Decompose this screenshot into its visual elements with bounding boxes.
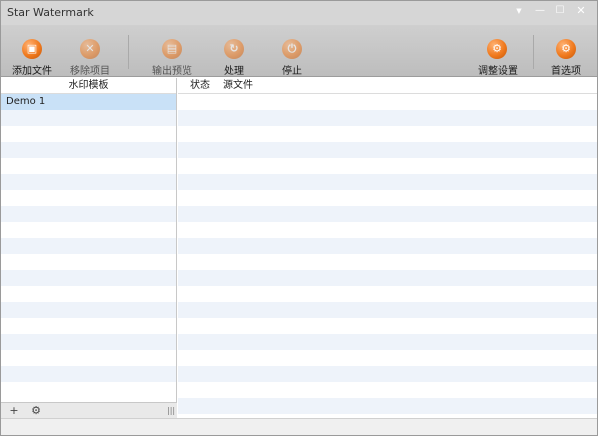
add-file-icon: ▣ bbox=[22, 39, 42, 59]
settings-icon: ⚙ bbox=[487, 39, 507, 59]
empty-row bbox=[178, 286, 597, 302]
window-title: Star Watermark bbox=[7, 6, 94, 19]
file-list-panel: 状态 源文件 bbox=[178, 78, 597, 418]
empty-row bbox=[1, 270, 176, 286]
template-panel: 水印模板 Demo 1 + ⚙ ||| bbox=[1, 78, 177, 418]
empty-row bbox=[178, 126, 597, 142]
empty-row bbox=[178, 382, 597, 398]
template-list-item[interactable]: Demo 1 bbox=[1, 94, 176, 110]
status-bar bbox=[1, 418, 597, 435]
empty-row bbox=[178, 158, 597, 174]
gear-icon[interactable]: ⚙ bbox=[28, 404, 44, 418]
empty-row bbox=[178, 302, 597, 318]
empty-row bbox=[1, 286, 176, 302]
empty-row bbox=[1, 318, 176, 334]
template-column-header[interactable]: 水印模板 bbox=[1, 78, 176, 94]
empty-row bbox=[178, 206, 597, 222]
adjust-settings-button[interactable]: ⚙ 调整设置 bbox=[475, 25, 521, 77]
empty-row bbox=[1, 382, 176, 398]
add-template-button[interactable]: + bbox=[6, 404, 22, 418]
output-preview-button[interactable]: ▤ 输出预览 bbox=[149, 25, 195, 77]
empty-row bbox=[1, 126, 176, 142]
file-list[interactable] bbox=[178, 94, 597, 418]
adjust-settings-label: 调整设置 bbox=[478, 66, 518, 77]
source-file-column-header[interactable]: 源文件 bbox=[223, 78, 253, 94]
empty-row bbox=[178, 334, 597, 350]
status-column-header[interactable]: 状态 bbox=[190, 78, 210, 94]
empty-row bbox=[178, 142, 597, 158]
empty-row bbox=[178, 238, 597, 254]
remove-item-button[interactable]: ✕ 移除项目 bbox=[67, 25, 113, 77]
empty-row bbox=[178, 350, 597, 366]
stop-icon: ⏻ bbox=[282, 39, 302, 59]
empty-row bbox=[178, 318, 597, 334]
stop-label: 停止 bbox=[282, 66, 302, 77]
empty-row bbox=[178, 174, 597, 190]
process-icon: ↻ bbox=[224, 39, 244, 59]
empty-row bbox=[178, 110, 597, 126]
minimize-button[interactable]: — bbox=[530, 3, 550, 19]
preferences-label: 首选项 bbox=[551, 66, 581, 77]
empty-row bbox=[1, 206, 176, 222]
remove-icon: ✕ bbox=[80, 39, 100, 59]
template-panel-footer: + ⚙ ||| bbox=[1, 402, 177, 418]
maximize-button[interactable]: ☐ bbox=[550, 3, 570, 19]
empty-row bbox=[1, 222, 176, 238]
preferences-button[interactable]: ⚙ 首选项 bbox=[545, 25, 587, 77]
output-preview-label: 输出预览 bbox=[152, 66, 192, 77]
window-menu-button[interactable]: ▼ bbox=[509, 3, 529, 19]
empty-row bbox=[178, 222, 597, 238]
add-file-button[interactable]: ▣ 添加文件 bbox=[7, 25, 57, 77]
process-button[interactable]: ↻ 处理 bbox=[215, 25, 253, 77]
empty-row bbox=[178, 190, 597, 206]
empty-row bbox=[178, 270, 597, 286]
toolbar: ▣ 添加文件 ✕ 移除项目 ▤ 输出预览 ↻ 处理 ⏻ 停止 ⚙ 调整设置 ⚙ … bbox=[1, 25, 597, 77]
resize-grip[interactable]: ||| bbox=[167, 406, 175, 416]
app-window: Star Watermark ▼ — ☐ ✕ ▣ 添加文件 ✕ 移除项目 ▤ 输… bbox=[0, 0, 598, 436]
close-button[interactable]: ✕ bbox=[571, 3, 591, 19]
toolbar-separator bbox=[128, 35, 129, 69]
empty-row bbox=[178, 254, 597, 270]
empty-row bbox=[178, 398, 597, 414]
empty-row bbox=[1, 110, 176, 126]
empty-row bbox=[1, 158, 176, 174]
empty-row bbox=[1, 190, 176, 206]
preferences-icon: ⚙ bbox=[556, 39, 576, 59]
empty-row bbox=[1, 238, 176, 254]
empty-row bbox=[1, 142, 176, 158]
empty-row bbox=[1, 254, 176, 270]
stop-button[interactable]: ⏻ 停止 bbox=[274, 25, 310, 77]
empty-row bbox=[1, 302, 176, 318]
empty-row bbox=[1, 334, 176, 350]
title-bar[interactable]: Star Watermark ▼ — ☐ ✕ bbox=[1, 1, 597, 25]
empty-row bbox=[178, 94, 597, 110]
empty-row bbox=[1, 350, 176, 366]
empty-row bbox=[1, 366, 176, 382]
remove-item-label: 移除项目 bbox=[70, 66, 110, 77]
toolbar-separator bbox=[533, 35, 534, 69]
empty-row bbox=[1, 174, 176, 190]
add-file-label: 添加文件 bbox=[12, 66, 52, 77]
empty-row bbox=[178, 366, 597, 382]
preview-icon: ▤ bbox=[162, 39, 182, 59]
process-label: 处理 bbox=[224, 66, 244, 77]
template-list[interactable]: Demo 1 bbox=[1, 94, 176, 402]
